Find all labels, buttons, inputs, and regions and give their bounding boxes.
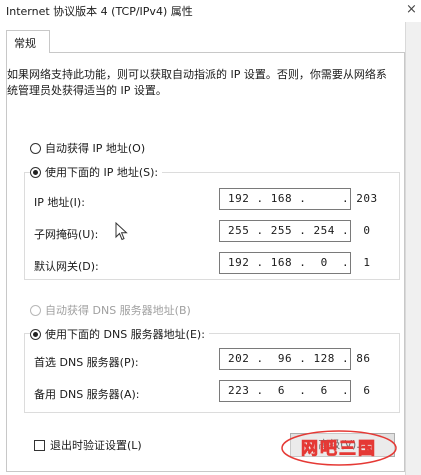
ipv4-properties-dialog: Internet 协议版本 4 (TCP/IPv4) 属性 × 常规 如果网络支… <box>0 0 421 475</box>
ip-address-input[interactable]: 192 . 168 . . 203 <box>219 188 377 210</box>
subnet-mask-input[interactable]: 255 . 255 . 254 . 0 <box>219 220 370 242</box>
background-strip <box>405 22 421 475</box>
radio-manual-ip-circle[interactable] <box>30 166 41 178</box>
preferred-dns-input[interactable]: 202 . 96 . 128 . 86 <box>219 348 370 370</box>
default-gateway-label: 默认网关(D): <box>34 260 99 273</box>
close-icon[interactable]: × <box>402 0 421 20</box>
advanced-button[interactable]: 高级(V)... <box>290 433 395 457</box>
mouse-cursor-icon <box>115 222 128 241</box>
radio-auto-ip[interactable]: 自动获得 IP 地址(O) <box>30 140 145 156</box>
radio-manual-ip[interactable]: 使用下面的 IP 地址(S): <box>30 164 163 180</box>
radio-auto-dns-circle[interactable] <box>30 304 41 316</box>
radio-manual-dns-label: 使用下面的 DNS 服务器地址(E): <box>45 328 205 341</box>
preferred-dns-label: 首选 DNS 服务器(P): <box>34 356 139 369</box>
radio-auto-ip-label: 自动获得 IP 地址(O) <box>45 142 146 155</box>
window-title: Internet 协议版本 4 (TCP/IPv4) 属性 <box>6 5 193 18</box>
validate-on-exit-label: 退出时验证设置(L) <box>50 439 142 452</box>
validate-on-exit-box[interactable] <box>34 439 45 451</box>
radio-manual-dns-circle[interactable] <box>30 328 41 340</box>
alternate-dns-label: 备用 DNS 服务器(A): <box>34 388 140 401</box>
radio-manual-ip-label: 使用下面的 IP 地址(S): <box>45 166 159 179</box>
tab-general[interactable]: 常规 <box>6 30 50 53</box>
subnet-mask-label: 子网掩码(U): <box>34 228 99 241</box>
tab-general-label: 常规 <box>14 37 36 50</box>
description-text: 如果网络支持此功能，则可以获取自动指派的 IP 设置。否则，你需要从网络系统管理… <box>7 68 387 97</box>
alternate-dns-input[interactable]: 223 . 6 . 6 . 6 <box>219 380 370 402</box>
default-gateway-input[interactable]: 192 . 168 . 0 . 1 <box>219 252 370 274</box>
radio-auto-dns-label: 自动获得 DNS 服务器地址(B) <box>45 304 191 317</box>
radio-auto-ip-circle[interactable] <box>30 142 41 154</box>
title-bar[interactable]: Internet 协议版本 4 (TCP/IPv4) 属性 × <box>0 0 421 22</box>
validate-on-exit-checkbox[interactable]: 退出时验证设置(L) <box>34 437 142 453</box>
ip-address-label: IP 地址(I): <box>34 196 85 209</box>
radio-manual-dns[interactable]: 使用下面的 DNS 服务器地址(E): <box>30 326 209 342</box>
radio-auto-dns[interactable]: 自动获得 DNS 服务器地址(B) <box>30 302 191 318</box>
